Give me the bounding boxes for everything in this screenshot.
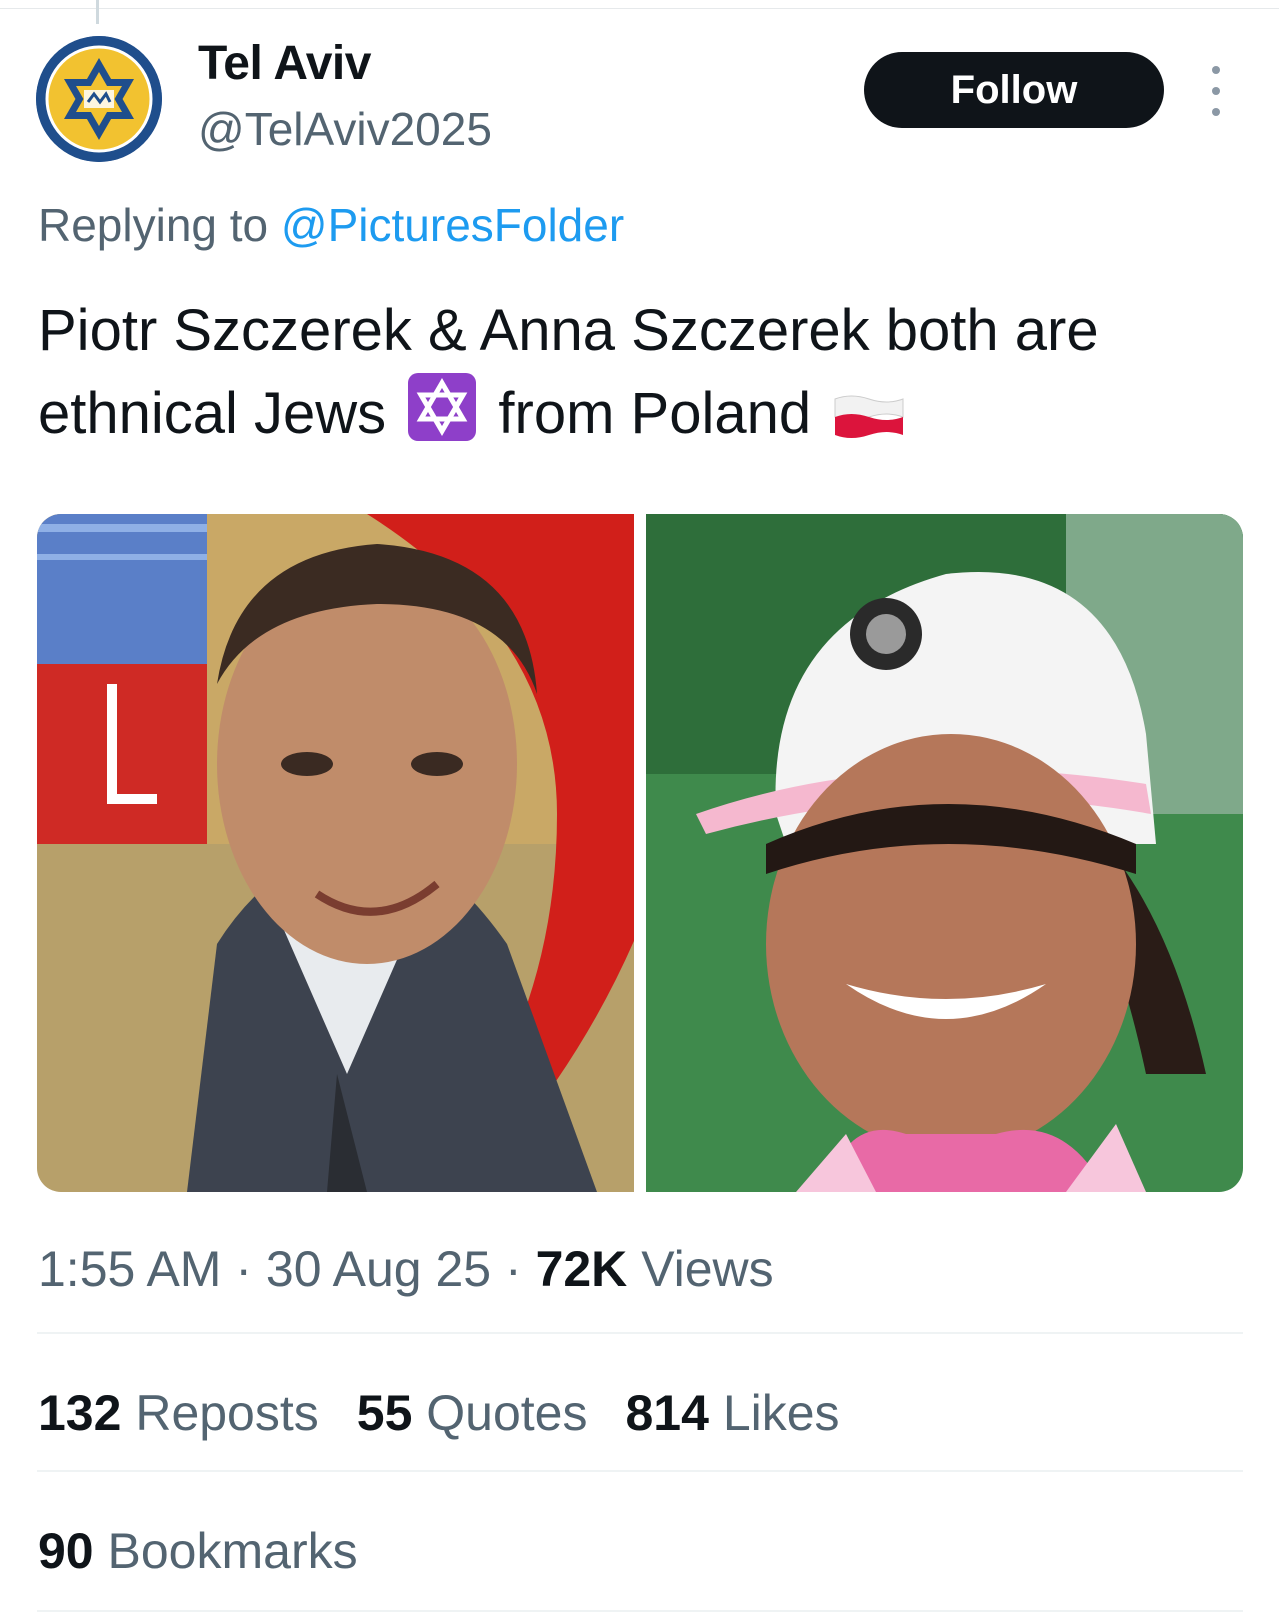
meta-separator: · [491, 1241, 536, 1297]
reply-mention-link[interactable]: @PicturesFolder [281, 199, 624, 251]
club-logo-icon [36, 36, 162, 162]
reposts-count: 132 [38, 1385, 122, 1441]
avatar[interactable] [36, 36, 162, 162]
bookmarks-label: Bookmarks [93, 1523, 358, 1579]
tweet-date[interactable]: 30 Aug 25 [266, 1241, 491, 1297]
views-label: Views [627, 1241, 774, 1297]
likes-stat[interactable]: 814 Likes [626, 1385, 840, 1441]
tweet-time[interactable]: 1:55 AM [38, 1241, 221, 1297]
reposts-label: Reposts [121, 1385, 319, 1441]
likes-label: Likes [708, 1385, 840, 1441]
media-grid [37, 514, 1243, 1192]
divider [37, 1332, 1243, 1334]
photo-man-in-suit[interactable] [37, 514, 634, 1192]
author-name[interactable]: Tel Aviv [198, 36, 371, 91]
bookmarks-stat[interactable]: 90 Bookmarks [38, 1522, 358, 1580]
reposts-stat[interactable]: 132 Reposts [38, 1385, 319, 1441]
more-vertical-icon[interactable] [1200, 66, 1232, 116]
author-handle[interactable]: @TelAviv2025 [198, 102, 492, 156]
engagement-stats: 132 Reposts 55 Quotes 814 Likes [38, 1384, 878, 1442]
photo-woman-in-cap[interactable] [646, 514, 1243, 1192]
star-of-david-emoji [406, 371, 478, 464]
top-divider [0, 8, 1279, 9]
tweet-text: Piotr Szczerek & Anna Szczerek both are … [38, 290, 1248, 464]
tweet-meta: 1:55 AM · 30 Aug 25 · 72K Views [38, 1240, 774, 1298]
thread-connector-line [96, 0, 99, 24]
tweet-text-part2: from Poland [498, 381, 812, 446]
divider [37, 1470, 1243, 1472]
likes-count: 814 [625, 1385, 709, 1441]
replying-prefix: Replying to [38, 199, 281, 251]
quotes-count: 55 [356, 1385, 413, 1441]
divider [37, 1610, 1243, 1612]
meta-separator: · [221, 1241, 266, 1297]
quotes-stat[interactable]: 55 Quotes [357, 1385, 588, 1441]
poland-flag-emoji [831, 383, 907, 464]
replying-to: Replying to @PicturesFolder [38, 198, 624, 252]
bookmarks-count: 90 [38, 1523, 94, 1579]
follow-button[interactable]: Follow [864, 52, 1164, 128]
views-count: 72K [535, 1241, 628, 1297]
quotes-label: Quotes [412, 1385, 588, 1441]
